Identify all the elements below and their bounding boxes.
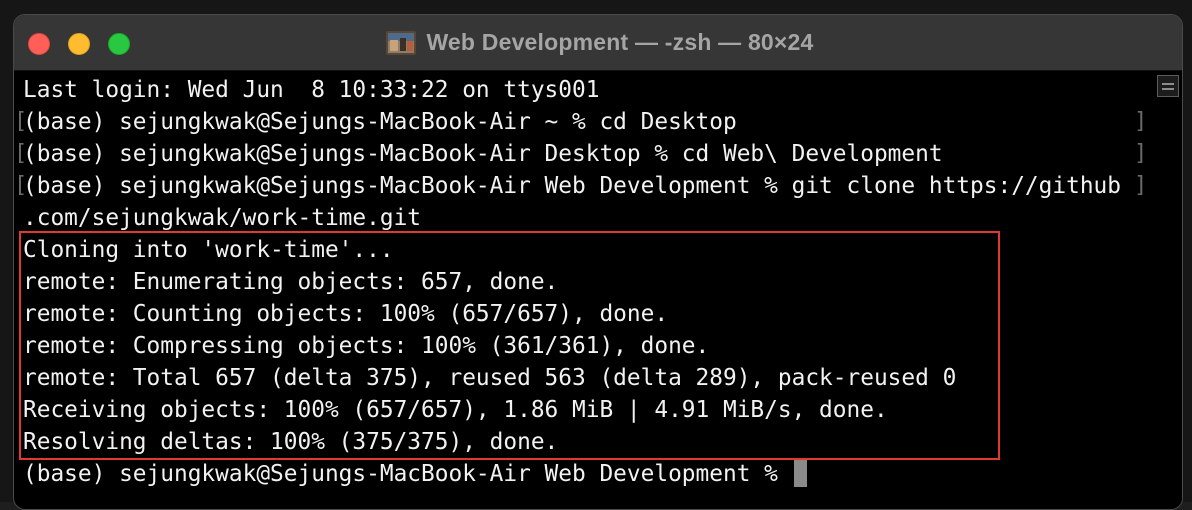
zoom-button[interactable] — [108, 33, 130, 55]
terminal-line: remote: Enumerating objects: 657, done. — [23, 266, 1153, 298]
terminal-line-text: Receiving objects: 100% (657/657), 1.86 … — [23, 397, 888, 423]
terminal-line-text: (base) sejungkwak@Sejungs-MacBook-Air We… — [23, 461, 792, 487]
line-mark-right: ] — [1134, 173, 1148, 198]
scroll-handle-icon[interactable] — [1157, 75, 1179, 97]
line-mark-left: [ — [14, 141, 28, 166]
line-mark-right: ] — [1134, 109, 1148, 134]
terminal-line-text: Resolving deltas: 100% (375/375), done. — [23, 429, 559, 455]
terminal-line: Resolving deltas: 100% (375/375), done. — [23, 426, 1153, 458]
terminal-window: Web Development — -zsh — 80×24 Last logi… — [13, 14, 1183, 510]
line-mark-left: [ — [14, 109, 28, 134]
terminal-line-text: remote: Compressing objects: 100% (361/3… — [23, 333, 710, 359]
terminal-line: [] (base) sejungkwak@Sejungs-MacBook-Air … — [14, 106, 1153, 138]
terminal-line: .com/sejungkwak/work-time.git — [23, 202, 1153, 234]
text-cursor — [793, 459, 807, 487]
terminal-line-text: .com/sejungkwak/work-time.git — [23, 205, 422, 231]
minimize-button[interactable] — [68, 33, 90, 55]
close-button[interactable] — [28, 33, 50, 55]
terminal-line: Receiving objects: 100% (657/657), 1.86 … — [23, 394, 1153, 426]
terminal-line-text: Cloning into 'work-time'... — [23, 237, 394, 263]
window-title: Web Development — -zsh — 80×24 — [426, 29, 814, 55]
terminal-line-text: (base) sejungkwak@Sejungs-MacBook-Air We… — [23, 173, 1121, 199]
terminal-line: remote: Total 657 (delta 375), reused 56… — [23, 362, 1153, 394]
line-mark-left: [ — [14, 173, 28, 198]
terminal-line: remote: Compressing objects: 100% (361/3… — [23, 330, 1153, 362]
scrollbar[interactable] — [1154, 71, 1182, 509]
terminal-line: [] (base) sejungkwak@Sejungs-MacBook-Air … — [14, 138, 1153, 170]
terminal-line-text: Last login: Wed Jun 8 10:33:22 on ttys00… — [23, 77, 600, 103]
terminal-line: [] (base) sejungkwak@Sejungs-MacBook-Air … — [14, 170, 1153, 202]
terminal-line: (base) sejungkwak@Sejungs-MacBook-Air We… — [23, 458, 1153, 490]
line-mark-right: ] — [1134, 141, 1148, 166]
terminal-output[interactable]: Last login: Wed Jun 8 10:33:22 on ttys00… — [14, 74, 1153, 490]
terminal-line-text: (base) sejungkwak@Sejungs-MacBook-Air De… — [23, 141, 943, 167]
terminal-line-text: (base) sejungkwak@Sejungs-MacBook-Air ~ … — [23, 109, 737, 135]
terminal-line: Cloning into 'work-time'... — [23, 234, 1153, 266]
window-title-group: Web Development — -zsh — 80×24 — [14, 15, 1182, 70]
title-bar[interactable]: Web Development — -zsh — 80×24 — [14, 15, 1182, 71]
terminal-line-text: remote: Enumerating objects: 657, done. — [23, 269, 559, 295]
terminal-line-text: remote: Total 657 (delta 375), reused 56… — [23, 365, 957, 391]
terminal-line-text: remote: Counting objects: 100% (657/657)… — [23, 301, 669, 327]
terminal-line: Last login: Wed Jun 8 10:33:22 on ttys00… — [23, 74, 1153, 106]
terminal-line: remote: Counting objects: 100% (657/657)… — [23, 298, 1153, 330]
folder-icon — [386, 30, 417, 55]
